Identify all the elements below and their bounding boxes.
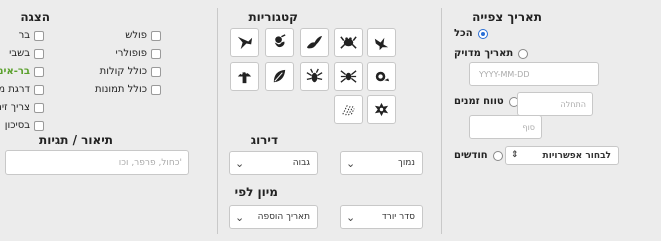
- divider: [441, 8, 442, 234]
- category-button[interactable]: [367, 62, 396, 91]
- protozoa-icon: [374, 102, 389, 117]
- category-button[interactable]: [300, 28, 329, 57]
- months-select[interactable]: לבחור אפשרויות ⇕: [505, 146, 619, 165]
- display-option[interactable]: דרגת מחקר: [0, 83, 44, 96]
- description-input[interactable]: 'כחול, פרפר, וכו: [5, 150, 189, 175]
- display-option[interactable]: בר: [19, 29, 44, 42]
- bird-icon: [374, 37, 389, 51]
- date-months-radio[interactable]: [492, 150, 503, 161]
- category-button[interactable]: [265, 28, 294, 57]
- display-option[interactable]: כולל תמונות: [95, 83, 161, 96]
- spider-icon: [340, 70, 357, 83]
- months-select-label: לבחור אפשרויות: [542, 150, 611, 161]
- sort-field-label: תאריך הוספה: [257, 212, 310, 222]
- category-button[interactable]: [367, 95, 396, 124]
- checkbox[interactable]: [151, 30, 161, 41]
- category-button[interactable]: [265, 62, 294, 91]
- display-option-label: דרגת מחקר: [0, 84, 30, 95]
- display-option-label: בסיכון: [4, 120, 30, 131]
- date-range-option[interactable]: טווח זמנים: [454, 96, 519, 107]
- display-option[interactable]: צריך זיהוי: [0, 101, 44, 114]
- display-option[interactable]: כולל קולות: [100, 65, 161, 78]
- display-option[interactable]: פולש: [125, 29, 161, 42]
- grade-low-label: נמוך: [397, 158, 415, 168]
- display-option[interactable]: בסיכון: [5, 119, 44, 132]
- reptile-icon: [306, 35, 323, 49]
- range-end-input[interactable]: סוף: [469, 115, 542, 139]
- category-button[interactable]: [367, 28, 396, 57]
- range-start-input[interactable]: התחלה: [517, 92, 593, 116]
- checkbox[interactable]: [151, 66, 161, 77]
- insect-icon: [306, 68, 323, 83]
- unknown-icon: [342, 104, 355, 116]
- fungus-icon: [237, 71, 252, 84]
- checkbox[interactable]: [34, 66, 44, 77]
- grade-high-select[interactable]: גבוה ⌄: [229, 151, 318, 175]
- fish-icon: [237, 36, 253, 50]
- plant-icon: [273, 69, 286, 83]
- date-months-label: חודשים: [454, 150, 488, 161]
- display-option-label: פופולרי: [115, 48, 147, 59]
- category-button[interactable]: [334, 28, 363, 57]
- display-option-label: כולל קולות: [99, 66, 147, 77]
- checkbox[interactable]: [151, 84, 161, 95]
- checkbox[interactable]: [34, 84, 44, 95]
- date-all-radio[interactable]: [477, 28, 488, 39]
- category-button[interactable]: [230, 62, 259, 91]
- divider: [217, 8, 218, 234]
- date-exact-label: תאריך מדויק: [454, 48, 514, 59]
- date-title: תאריך צפייה: [472, 10, 542, 24]
- date-all-label: הכל: [454, 28, 473, 39]
- sort-field-select[interactable]: תאריך הוספה ⌄: [229, 205, 318, 229]
- chevron-down-icon: ⌄: [346, 157, 356, 170]
- grade-low-select[interactable]: נמוך ⌄: [340, 151, 423, 175]
- display-option-label: בר: [18, 30, 30, 41]
- amphibian-icon: [340, 36, 357, 49]
- sort-order-label: סדר יורד: [381, 212, 415, 222]
- category-button[interactable]: [334, 95, 363, 124]
- checkbox[interactable]: [34, 30, 44, 41]
- checkbox[interactable]: [34, 120, 44, 131]
- checkbox[interactable]: [34, 102, 44, 113]
- display-option[interactable]: פופולרי: [115, 47, 161, 60]
- checkbox[interactable]: [151, 48, 161, 59]
- chevron-updown-icon: ⇕: [511, 150, 519, 160]
- chevron-down-icon: ⌄: [235, 211, 245, 224]
- display-option[interactable]: בר-אימות: [0, 65, 44, 78]
- date-months-option[interactable]: חודשים: [454, 150, 503, 161]
- chevron-down-icon: ⌄: [235, 157, 245, 170]
- display-option-label: בשבי: [9, 48, 30, 59]
- mammal-icon: [274, 34, 286, 48]
- display-option-label: פולש: [125, 30, 147, 41]
- date-exact-radio[interactable]: [518, 48, 529, 59]
- checkbox[interactable]: [34, 48, 44, 59]
- display-option-label: כולל תמונות: [95, 84, 147, 95]
- display-option[interactable]: בשבי: [9, 47, 44, 60]
- categories-title: קטגוריות: [248, 10, 298, 24]
- grade-high-label: גבוה: [292, 158, 310, 168]
- sort-order-select[interactable]: סדר יורד ⌄: [340, 205, 423, 229]
- display-option-label: בר-אימות: [0, 66, 30, 77]
- grade-title: דירוג: [250, 133, 278, 147]
- category-button[interactable]: [334, 62, 363, 91]
- date-range-label: טווח זמנים: [454, 96, 504, 107]
- exact-date-input[interactable]: YYYY-MM-DD: [469, 62, 599, 86]
- category-button[interactable]: [230, 28, 259, 57]
- mollusk-icon: [375, 71, 390, 82]
- chevron-down-icon: ⌄: [346, 211, 356, 224]
- date-exact-option[interactable]: תאריך מדויק: [454, 48, 529, 59]
- sort-title: מיון לפי: [234, 185, 278, 199]
- date-all-option[interactable]: הכל: [454, 28, 488, 39]
- description-title: תיאור / תגיות: [39, 133, 113, 147]
- display-option-label: צריך זיהוי: [0, 102, 30, 113]
- category-button[interactable]: [300, 62, 329, 91]
- display-title: הצגה: [20, 10, 50, 24]
